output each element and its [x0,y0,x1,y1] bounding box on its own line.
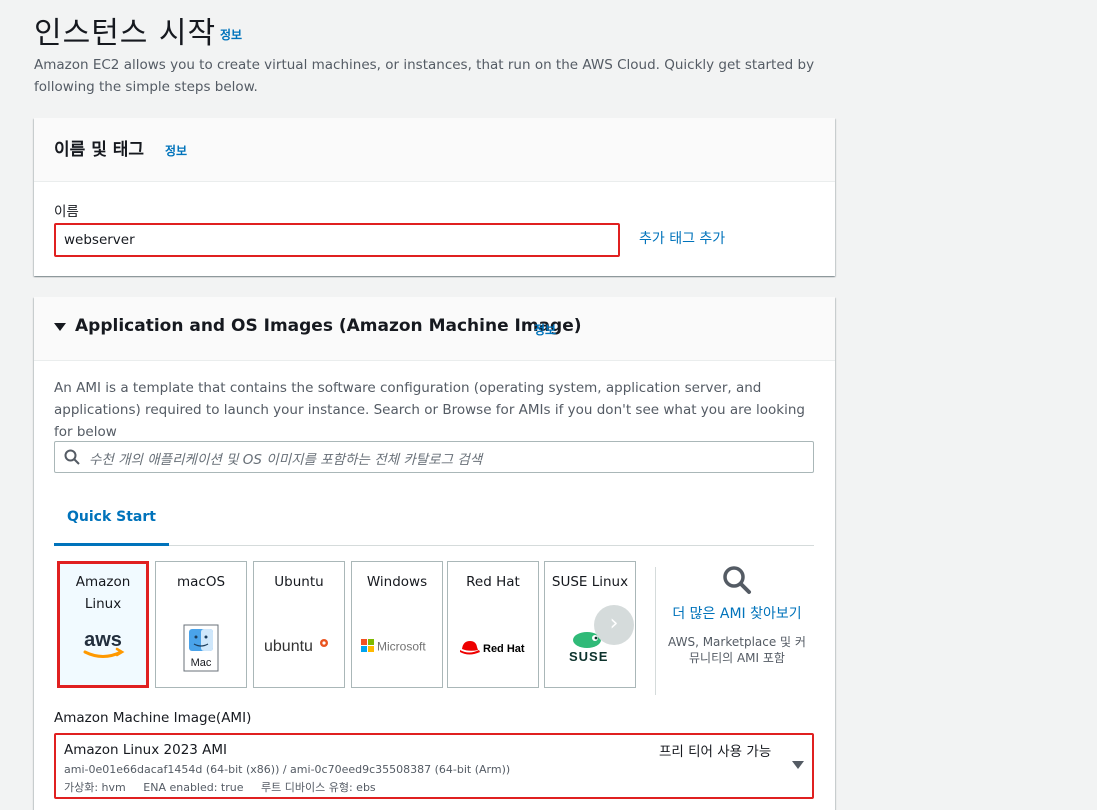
svg-text:SUSE: SUSE [569,649,608,664]
browse-more-ami[interactable]: 더 많은 AMI 찾아보기 AWS, Marketplace 및 커뮤니티의 A… [667,565,807,666]
ami-description: An AMI is a template that contains the s… [54,380,805,440]
ami-select[interactable]: Amazon Linux 2023 AMI 프리 티어 사용 가능 ami-0e… [54,733,814,799]
os-card-amazon-linux[interactable]: Amazon Linux aws [57,561,149,688]
redhat-logo-icon: Red Hat [448,638,538,658]
os-card-label: macOS [176,574,226,590]
search-icon [64,449,80,465]
svg-text:ubuntu: ubuntu [264,638,313,655]
collapse-caret-icon[interactable] [54,323,66,331]
browse-more-ami-subtext: AWS, Marketplace 및 커뮤니티의 AMI 포함 [668,635,806,665]
name-tags-panel: 이름 및 태그 정보 이름 webserver 추가 태그 추가 [34,118,835,276]
aws-logo-icon: aws [60,628,146,662]
divider [655,567,656,695]
svg-text:aws: aws [84,629,122,651]
page-info-link[interactable]: 정보 [220,26,242,43]
os-card-macos[interactable]: macOS Mac [155,561,247,688]
name-tags-info-link[interactable]: 정보 [165,142,187,159]
ami-meta: 가상화: hvm ENA enabled: true 루트 디바이스 유형: e… [64,779,390,795]
ami-info-link[interactable]: 정보 [534,321,556,338]
page-title: 인스턴스 시작 [34,16,217,51]
os-card-label: SUSE Linux [551,574,629,590]
launch-instance-page: 인스턴스 시작 정보 Amazon EC2 allows you to crea… [0,0,1097,810]
tab-quick-start[interactable]: Quick Start [54,492,169,546]
ami-root-device: 루트 디바이스 유형: ebs [261,781,376,794]
name-tags-title: 이름 및 태그 [54,140,145,160]
os-card-ubuntu[interactable]: Ubuntu ubuntu [253,561,345,688]
svg-text:Mac: Mac [191,657,212,669]
os-card-label: Ubuntu [274,574,324,590]
os-card-redhat[interactable]: Red Hat Red Hat [447,561,539,688]
dropdown-caret-icon[interactable] [792,761,804,769]
add-tags-link[interactable]: 추가 태그 추가 [639,228,725,248]
scroll-right-chevron-icon[interactable]: › [594,605,634,645]
os-card-label: Windows [366,574,428,590]
name-tags-header: 이름 및 태그 정보 [34,118,835,182]
ami-virtualization: 가상화: hvm [64,781,126,794]
ami-selected-name: Amazon Linux 2023 AMI [64,742,228,758]
search-placeholder: 수천 개의 애플리케이션 및 OS 이미지를 포함하는 전체 카탈로그 검색 [89,452,483,468]
browse-search-icon [723,566,751,594]
svg-text:Red Hat: Red Hat [483,643,525,655]
free-tier-badge: 프리 티어 사용 가능 [659,744,772,760]
browse-more-ami-link[interactable]: 더 많은 AMI 찾아보기 [667,603,807,625]
svg-text:Microsoft: Microsoft [377,640,426,654]
microsoft-logo-icon: Microsoft [352,638,442,654]
mac-finder-icon: Mac [156,624,246,672]
ami-select-label: Amazon Machine Image(AMI) [54,710,252,726]
ami-search-input[interactable]: 수천 개의 애플리케이션 및 OS 이미지를 포함하는 전체 카탈로그 검색 [54,441,814,473]
os-card-label: Red Hat [466,574,520,590]
ami-ids: ami-0e01e66dacaf1454d (64-bit (x86)) / a… [64,763,511,776]
name-label: 이름 [54,204,79,220]
ubuntu-logo-icon: ubuntu [254,636,344,656]
os-card-label: Amazon Linux [75,574,131,612]
ami-title: Application and OS Images (Amazon Machin… [75,316,582,336]
page-description: Amazon EC2 allows you to create virtual … [34,57,815,95]
ami-header[interactable]: Application and OS Images (Amazon Machin… [34,297,835,361]
ami-panel: Application and OS Images (Amazon Machin… [34,297,835,810]
os-card-windows[interactable]: Windows Microsoft [351,561,443,688]
ami-ena: ENA enabled: true [143,781,244,794]
name-input[interactable]: webserver [54,223,620,257]
ami-tabs: Quick Start [54,492,814,546]
